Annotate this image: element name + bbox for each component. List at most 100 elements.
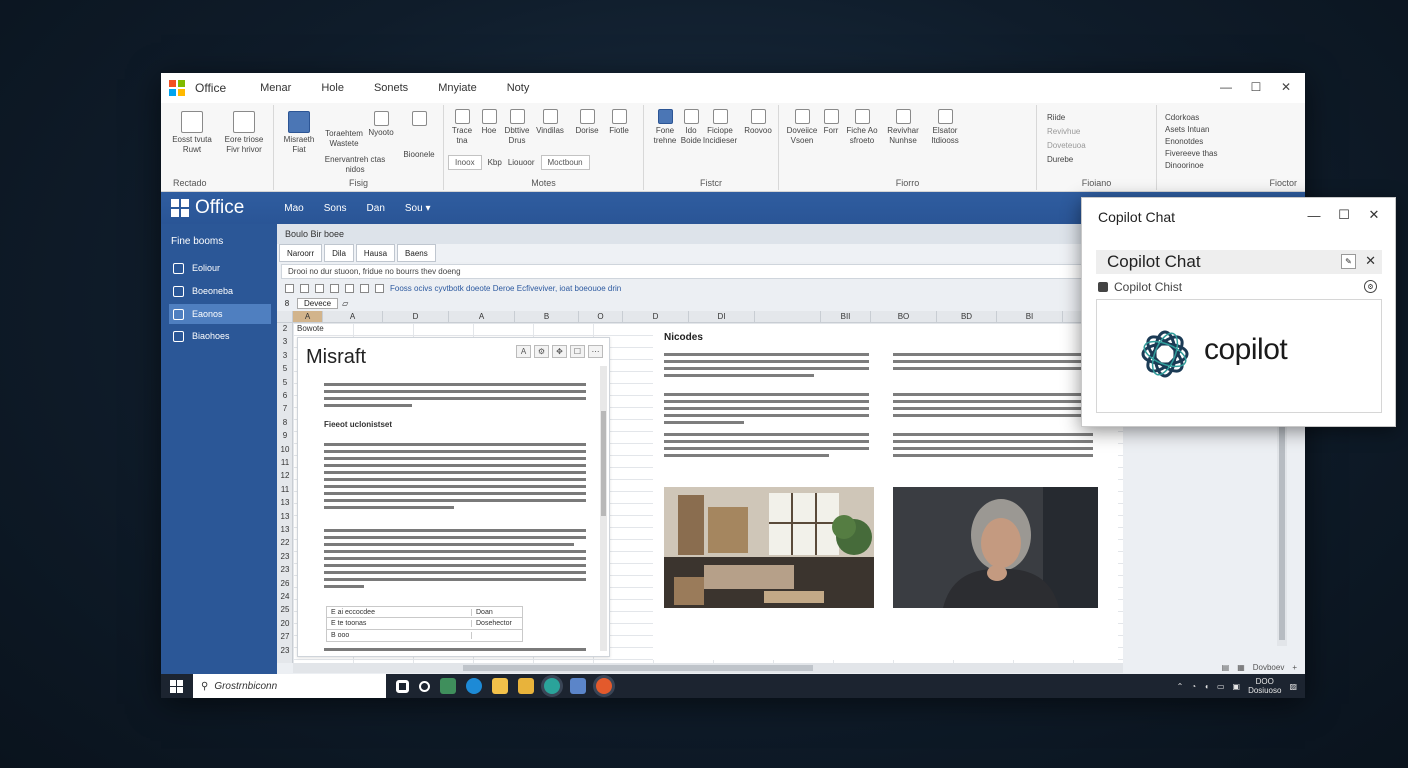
column-header[interactable]: D	[383, 311, 449, 322]
layout-icon[interactable]: ▦	[1237, 663, 1245, 672]
ribbon-button[interactable]: Misraeth Fiat	[280, 111, 318, 155]
ribbon-button[interactable]: Doveiice Vsoen	[783, 109, 821, 146]
office-menu-item[interactable]: Dan	[367, 203, 385, 214]
minimize-icon[interactable]: —	[1299, 204, 1329, 226]
ribbon-button[interactable]: Nyooto	[366, 111, 396, 138]
menu-item[interactable]: Hole	[321, 82, 344, 94]
row-number[interactable]: 13	[277, 525, 293, 534]
ribbon-list-item[interactable]: Asets Intuan	[1165, 125, 1209, 134]
scroll-thumb[interactable]	[463, 665, 813, 671]
ribbon-button[interactable]: Ficiope Incidieser	[702, 109, 738, 146]
more-icon[interactable]: ⋯	[588, 345, 603, 358]
table-icon[interactable]	[315, 284, 324, 293]
checkbox-icon[interactable]	[285, 284, 294, 293]
row-number[interactable]: 24	[277, 592, 293, 601]
ribbon-button[interactable]: Vindilas	[534, 109, 566, 136]
grid-icon[interactable]	[300, 284, 309, 293]
notifications-icon[interactable]: ▨	[1289, 682, 1297, 691]
row-number[interactable]: 5	[277, 364, 293, 373]
row-number[interactable]: 3	[277, 337, 293, 346]
ribbon-list-item[interactable]: Cdorkoas	[1165, 113, 1199, 122]
row-number[interactable]: 11	[277, 458, 293, 467]
menu-item[interactable]: Noty	[507, 82, 530, 94]
column-header[interactable]: BO	[871, 311, 937, 322]
office-menu-item[interactable]: Sou ▾	[405, 203, 431, 214]
ribbon-button[interactable]: Toraehtem Wastete	[320, 129, 368, 149]
taskbar-search[interactable]: ⚲ Grostrnbiconn	[193, 674, 386, 698]
column-header[interactable]	[277, 311, 293, 322]
row-number[interactable]: 27	[277, 632, 293, 641]
ribbon-list-item[interactable]: Riide	[1047, 113, 1065, 122]
sidebar-item[interactable]: Boeoneba	[169, 281, 271, 301]
row-number[interactable]: 22	[277, 538, 293, 547]
ribbon-button[interactable]: Roovoo	[742, 109, 774, 136]
column-header[interactable]: BII	[821, 311, 871, 322]
language-icon[interactable]: ▣	[1233, 682, 1241, 691]
row-number[interactable]: 13	[277, 512, 293, 521]
row-number[interactable]: 2	[277, 324, 293, 333]
column-header[interactable]: BD	[937, 311, 997, 322]
minimize-icon[interactable]: —	[1211, 73, 1241, 101]
sheet-tab[interactable]: Baens	[397, 244, 436, 262]
scroll-thumb[interactable]	[1279, 390, 1285, 640]
chart-icon[interactable]	[345, 284, 354, 293]
ribbon-button[interactable]: Fone trehne	[650, 109, 680, 146]
windows-icon[interactable]	[396, 679, 409, 693]
ribbon-list-item[interactable]: Durebe	[1047, 155, 1073, 164]
network-icon[interactable]: ◔	[1191, 682, 1196, 691]
sheet-tab[interactable]: Hausa	[355, 244, 396, 262]
table-row[interactable]: E ai eccocdee Doan	[326, 606, 523, 618]
ribbon-button[interactable]: Bioonele	[400, 111, 438, 160]
document-panel-scrollbar[interactable]	[600, 366, 607, 651]
column-header[interactable]: BI	[997, 311, 1063, 322]
row-number[interactable]: 26	[277, 579, 293, 588]
row-number[interactable]: 25	[277, 605, 293, 614]
ribbon-button[interactable]: Fiche Ao sfroeto	[843, 109, 881, 146]
sidebar-item[interactable]: Biaohoes	[169, 326, 271, 346]
search-icon[interactable]	[419, 680, 430, 692]
row-number[interactable]: 13	[277, 498, 293, 507]
sidebar-item[interactable]: Eoliour	[169, 258, 271, 278]
scroll-thumb[interactable]	[601, 411, 606, 516]
ribbon-list-item[interactable]: Doveteuoa	[1047, 141, 1086, 150]
name-box[interactable]: Devece	[297, 298, 339, 309]
row-number[interactable]: 5	[277, 378, 293, 387]
ribbon-list-item[interactable]: Enonotdes	[1165, 137, 1203, 146]
chevron-up-icon[interactable]: ⌃	[1177, 682, 1184, 691]
ribbon-button[interactable]: Dorise	[572, 109, 602, 136]
start-icon[interactable]	[170, 679, 183, 693]
menu-item[interactable]: Mnyiate	[438, 82, 477, 94]
file-explorer-icon[interactable]	[492, 678, 508, 694]
cell-icon[interactable]	[375, 284, 384, 293]
ribbon-button[interactable]: Forr	[821, 109, 841, 136]
row-number[interactable]: 9	[277, 431, 293, 440]
sheet-tab[interactable]: Naroorr	[279, 244, 323, 262]
settings-icon[interactable]: ⚙	[1364, 280, 1377, 293]
ribbon-dropdown[interactable]: Moctboun	[540, 155, 590, 170]
column-header[interactable]: D	[623, 311, 689, 322]
settings-icon[interactable]: ⚙	[534, 345, 549, 358]
edge-icon[interactable]	[466, 678, 482, 694]
sheet-tab[interactable]: Dila	[324, 244, 354, 262]
row-number[interactable]: 11	[277, 485, 293, 494]
ribbon-button[interactable]: Fiotle	[604, 109, 634, 136]
ribbon-button[interactable]: Revivhar Nunhse	[883, 109, 923, 146]
column-header[interactable]: A	[293, 311, 323, 322]
view-icon[interactable]: ▤	[1222, 663, 1230, 672]
office-menu-item[interactable]: Sons	[324, 203, 347, 214]
store-icon[interactable]	[570, 678, 586, 694]
row-number[interactable]: 23	[277, 646, 293, 655]
ribbon-button[interactable]: Eosst tvuta Ruwt	[171, 111, 213, 155]
ribbon-list-item[interactable]: Dinoorinoe	[1165, 161, 1204, 170]
edit-icon[interactable]: ✎	[1341, 254, 1356, 269]
ribbon-button[interactable]: Trace tna	[448, 109, 476, 146]
battery-icon[interactable]: ▭	[1217, 682, 1225, 691]
row-number[interactable]: 23	[277, 565, 293, 574]
ribbon-button[interactable]: Eore triose Fivr hrivor	[221, 111, 267, 155]
close-icon[interactable]: ✕	[1365, 253, 1376, 269]
format-icon[interactable]: A	[516, 345, 531, 358]
image-icon[interactable]	[360, 284, 369, 293]
ribbon-button[interactable]: Elsator Itdiooss	[927, 109, 963, 146]
zoom-in-icon[interactable]: +	[1292, 663, 1297, 672]
move-icon[interactable]: ✥	[552, 345, 567, 358]
